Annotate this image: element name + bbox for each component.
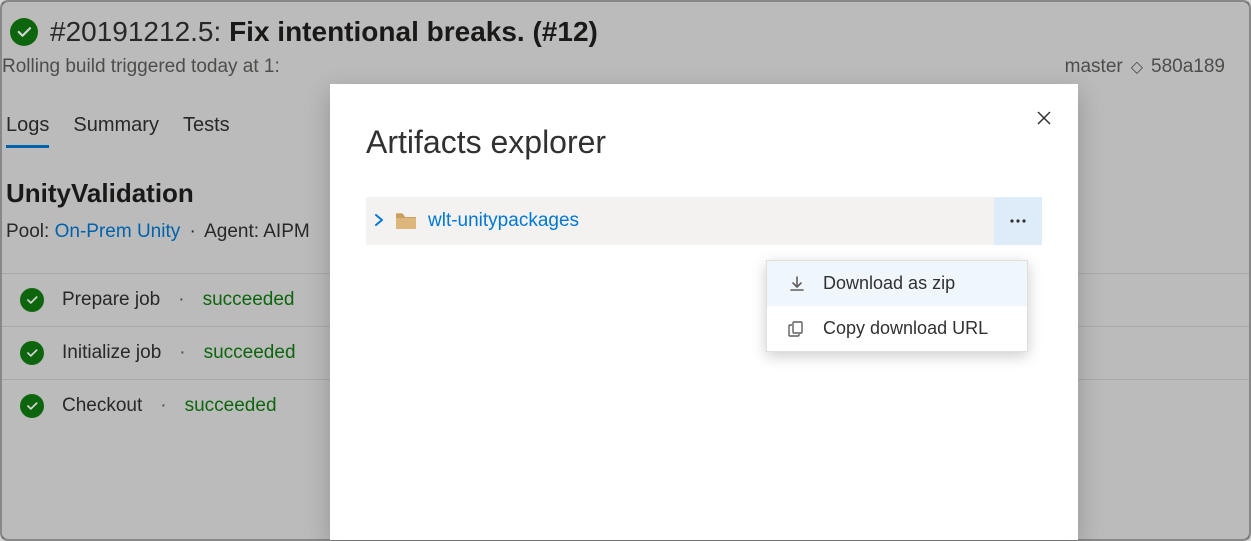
artifact-row[interactable]: wlt-unitypackages (366, 197, 1042, 245)
chevron-right-icon[interactable] (374, 213, 384, 229)
ellipsis-icon (1010, 219, 1026, 223)
separator: · (179, 342, 185, 364)
branch-name[interactable]: master (1065, 56, 1123, 78)
step-name: Initialize job (62, 342, 161, 364)
separator: · (178, 289, 184, 311)
download-icon (787, 274, 807, 294)
folder-icon (396, 213, 416, 229)
agent-label: Agent: AIPM (204, 221, 310, 242)
copy-icon (787, 319, 807, 339)
menu-item-label: Copy download URL (823, 318, 988, 339)
more-options-button[interactable] (994, 197, 1042, 245)
close-button[interactable] (1028, 102, 1060, 134)
pool-link[interactable]: On-Prem Unity (55, 221, 181, 242)
separator: · (160, 395, 166, 417)
step-status: succeeded (203, 289, 295, 311)
success-check-icon (20, 394, 44, 418)
close-icon (1036, 110, 1052, 126)
page-title: #20191212.5: Fix intentional breaks. (#1… (50, 16, 598, 48)
artifact-name[interactable]: wlt-unitypackages (428, 210, 579, 232)
menu-item-label: Download as zip (823, 273, 955, 294)
tab-tests[interactable]: Tests (183, 114, 230, 148)
menu-item-copy-url[interactable]: Copy download URL (767, 306, 1027, 351)
commit-hash[interactable]: 580a189 (1151, 56, 1225, 78)
separator: · (190, 221, 196, 242)
trigger-info: Rolling build triggered today at 1: (2, 56, 280, 78)
step-name: Checkout (62, 395, 142, 417)
build-number: #20191212.5: (50, 16, 221, 47)
build-title-text: Fix intentional breaks. (#12) (229, 16, 598, 47)
success-check-icon (20, 341, 44, 365)
step-status: succeeded (204, 342, 296, 364)
success-check-icon (20, 288, 44, 312)
tab-summary[interactable]: Summary (73, 114, 159, 148)
branch-info: master ◇ 580a189 (1065, 56, 1225, 78)
success-check-icon (10, 18, 38, 46)
pool-label: Pool: (6, 221, 49, 242)
menu-item-download-zip[interactable]: Download as zip (767, 261, 1027, 306)
step-status: succeeded (185, 395, 277, 417)
artifact-context-menu: Download as zip Copy download URL (766, 260, 1028, 352)
step-name: Prepare job (62, 289, 160, 311)
modal-title: Artifacts explorer (366, 124, 1042, 161)
commit-icon: ◇ (1131, 57, 1143, 77)
tab-logs[interactable]: Logs (6, 114, 49, 148)
